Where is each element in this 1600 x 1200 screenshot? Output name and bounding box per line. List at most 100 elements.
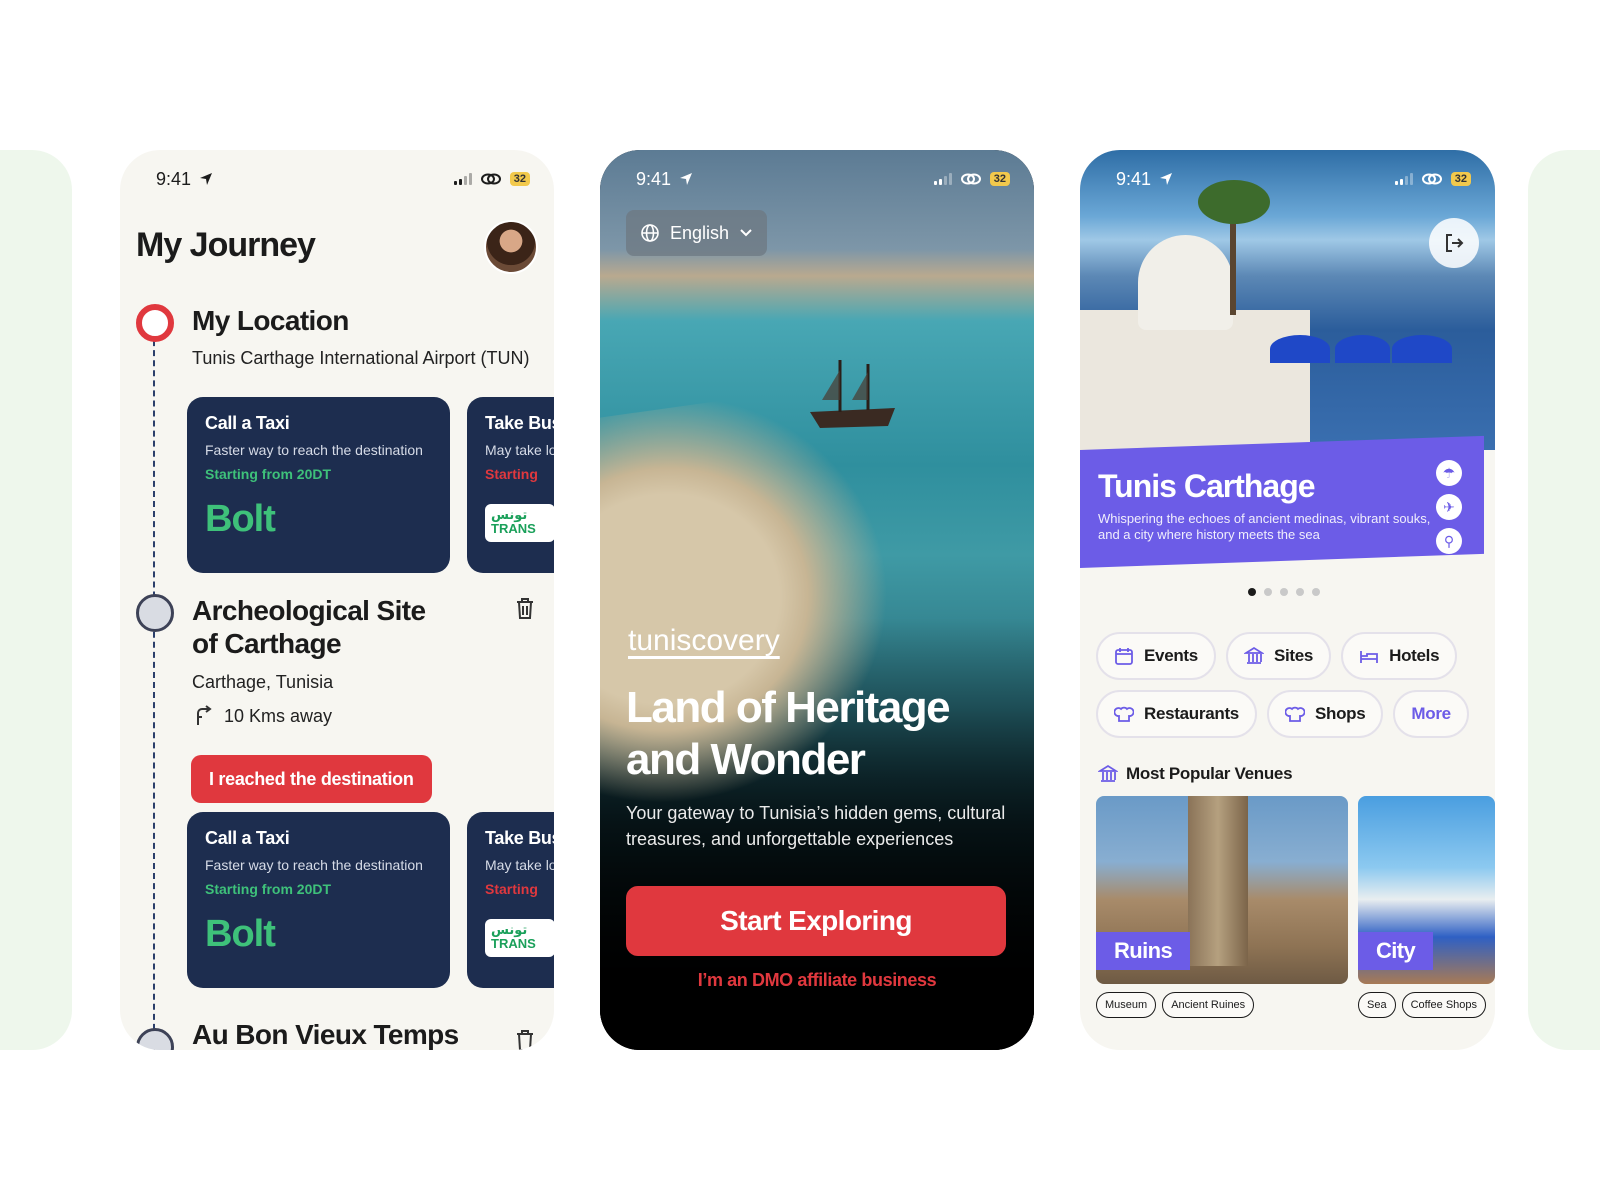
venue-card-ruins[interactable]: Ruins: [1096, 796, 1348, 984]
card-subtitle: Faster way to reach the destination: [205, 442, 423, 458]
ruins-photo: [1188, 796, 1248, 966]
bus-option-card[interactable]: Take Bus May take longer Starting تونس T…: [467, 812, 554, 988]
card-price: Starting: [485, 466, 538, 482]
bolt-logo: Bolt: [205, 913, 276, 955]
signal-icon: [1394, 173, 1413, 185]
battery-icon: 32: [1450, 172, 1471, 186]
bus-option-card[interactable]: Take Bus May take longer Starting تونس T…: [467, 397, 554, 573]
chip-label: Shops: [1314, 704, 1366, 723]
logout-icon: [1446, 234, 1464, 252]
carousel-dot[interactable]: [1280, 588, 1288, 596]
carousel-dots[interactable]: [1248, 588, 1320, 596]
venue-tags: Museum Ancient Ruines: [1096, 992, 1255, 1018]
card-price: Starting from 20DT: [205, 881, 332, 897]
carousel-dot[interactable]: [1264, 588, 1272, 596]
beach-icon[interactable]: ☂: [1436, 460, 1462, 486]
stop-title-line: Archeological Site: [192, 595, 426, 626]
card-subtitle: May take longer: [485, 442, 554, 458]
pirate-ship-image: [810, 360, 895, 428]
card-subtitle: May take longer: [485, 857, 554, 873]
stop-distance: 10 Kms away: [192, 705, 332, 727]
battery-icon: 32: [989, 172, 1010, 186]
location-arrow-icon: [200, 173, 213, 185]
card-title: Call a Taxi: [205, 828, 290, 848]
status-time: 9:41: [636, 168, 672, 189]
welcome-screen: 9:41 32 English tuniscovery Land of Heri…: [600, 150, 1034, 1050]
chip-more[interactable]: More: [1393, 690, 1469, 738]
tag[interactable]: Museum: [1096, 992, 1157, 1018]
taxi-option-card[interactable]: Call a Taxi Faster way to reach the dest…: [187, 397, 450, 573]
affiliate-link[interactable]: I’m an DMO affiliate business: [600, 970, 1034, 991]
chef-hat-icon: [1114, 706, 1134, 722]
bolt-logo: Bolt: [205, 498, 276, 540]
language-selector[interactable]: English: [626, 210, 768, 256]
chip-hotels[interactable]: Hotels: [1341, 632, 1458, 680]
transtu-logo: تونس TRANS: [485, 504, 554, 542]
location-arrow-icon: [1160, 173, 1173, 185]
card-title: Call a Taxi: [205, 413, 290, 433]
offscreen-phone-left: [0, 150, 72, 1050]
chevron-down-icon: [740, 229, 752, 237]
status-bar: 9:41 32: [636, 166, 1010, 192]
chip-restaurants[interactable]: Restaurants: [1096, 690, 1257, 738]
signal-icon: [933, 173, 952, 185]
venue-card-city[interactable]: City: [1358, 796, 1495, 984]
carousel-dot[interactable]: [1312, 588, 1320, 596]
globe-icon: [641, 224, 659, 242]
offscreen-phone-right: [1528, 150, 1600, 1050]
tag[interactable]: Ancient Ruines: [1162, 992, 1255, 1018]
brand-logo: tuniscovery: [628, 624, 780, 657]
location-arrow-icon: [680, 173, 693, 185]
signal-icon: [453, 173, 472, 185]
logout-button[interactable]: [1429, 218, 1479, 268]
status-bar: 9:41 32: [1116, 166, 1471, 192]
chip-events[interactable]: Events: [1096, 632, 1216, 680]
card-price: Starting: [485, 881, 538, 897]
hero-headline: Land of Heritage and Wonder: [626, 683, 951, 784]
stop-marker: [136, 594, 174, 632]
stop-title-line: of Carthage: [192, 628, 342, 659]
card-price: Starting from 20DT: [205, 466, 332, 482]
status-time: 9:41: [1116, 168, 1152, 189]
stop-title: My Location: [192, 305, 349, 336]
transtu-logo: تونس TRANS: [485, 919, 554, 957]
sidi-bou-said-photo: [1080, 150, 1495, 460]
status-bar: 9:41 32: [156, 166, 530, 192]
trash-icon[interactable]: [514, 1028, 536, 1050]
city-feature-icons: ☂ ✈ ⚲: [1436, 460, 1462, 554]
chip-shops[interactable]: Shops: [1266, 690, 1384, 738]
stop-marker: [136, 1028, 174, 1050]
start-exploring-button[interactable]: Start Exploring: [626, 886, 1006, 956]
calendar-icon: [1115, 648, 1133, 665]
museum-icon: [1098, 764, 1118, 782]
airplane-icon[interactable]: ✈: [1436, 494, 1462, 520]
landmark-icon[interactable]: ⚲: [1436, 528, 1462, 554]
timeline-line: [153, 320, 155, 1050]
tag[interactable]: Coffee Shops: [1401, 992, 1487, 1018]
city-name: Tunis Carthage: [1098, 468, 1316, 504]
category-chips: Events Sites Hotels Restaurants Shops Mo…: [1096, 632, 1476, 738]
hero-tagline: Your gateway to Tunisia’s hidden gems, c…: [626, 803, 1006, 849]
reached-destination-button[interactable]: I reached the destination: [191, 755, 432, 803]
carousel-dot[interactable]: [1248, 588, 1256, 596]
avatar[interactable]: [484, 220, 538, 274]
stop-title: Archeological Site of Carthage: [192, 594, 426, 660]
city-screen: 9:41 32 Tunis Carthage Whispering the ec…: [1080, 150, 1495, 1050]
journey-screen: 9:41 32 My Journey My Location Tunis Car…: [120, 150, 554, 1050]
chip-sites[interactable]: Sites: [1225, 632, 1332, 680]
venue-label: City: [1358, 932, 1434, 970]
taxi-option-card[interactable]: Call a Taxi Faster way to reach the dest…: [187, 812, 450, 988]
carousel-dot[interactable]: [1296, 588, 1304, 596]
city-banner-content: Tunis Carthage Whispering the echoes of …: [1098, 468, 1438, 543]
section-title: Most Popular Venues: [1126, 764, 1293, 783]
tag[interactable]: Sea: [1358, 992, 1396, 1018]
card-subtitle: Faster way to reach the destination: [205, 857, 423, 873]
trash-icon[interactable]: [514, 596, 536, 620]
language-label: English: [670, 222, 730, 243]
page-title: My Journey: [136, 226, 316, 264]
screens-showcase: 9:41 32 My Journey My Location Tunis Car…: [0, 0, 1600, 1200]
link-icon: [960, 173, 981, 185]
card-title: Take Bus: [485, 828, 554, 848]
stop-subtitle: Carthage, Tunisia: [192, 672, 334, 692]
shop-icon: [1284, 706, 1305, 722]
